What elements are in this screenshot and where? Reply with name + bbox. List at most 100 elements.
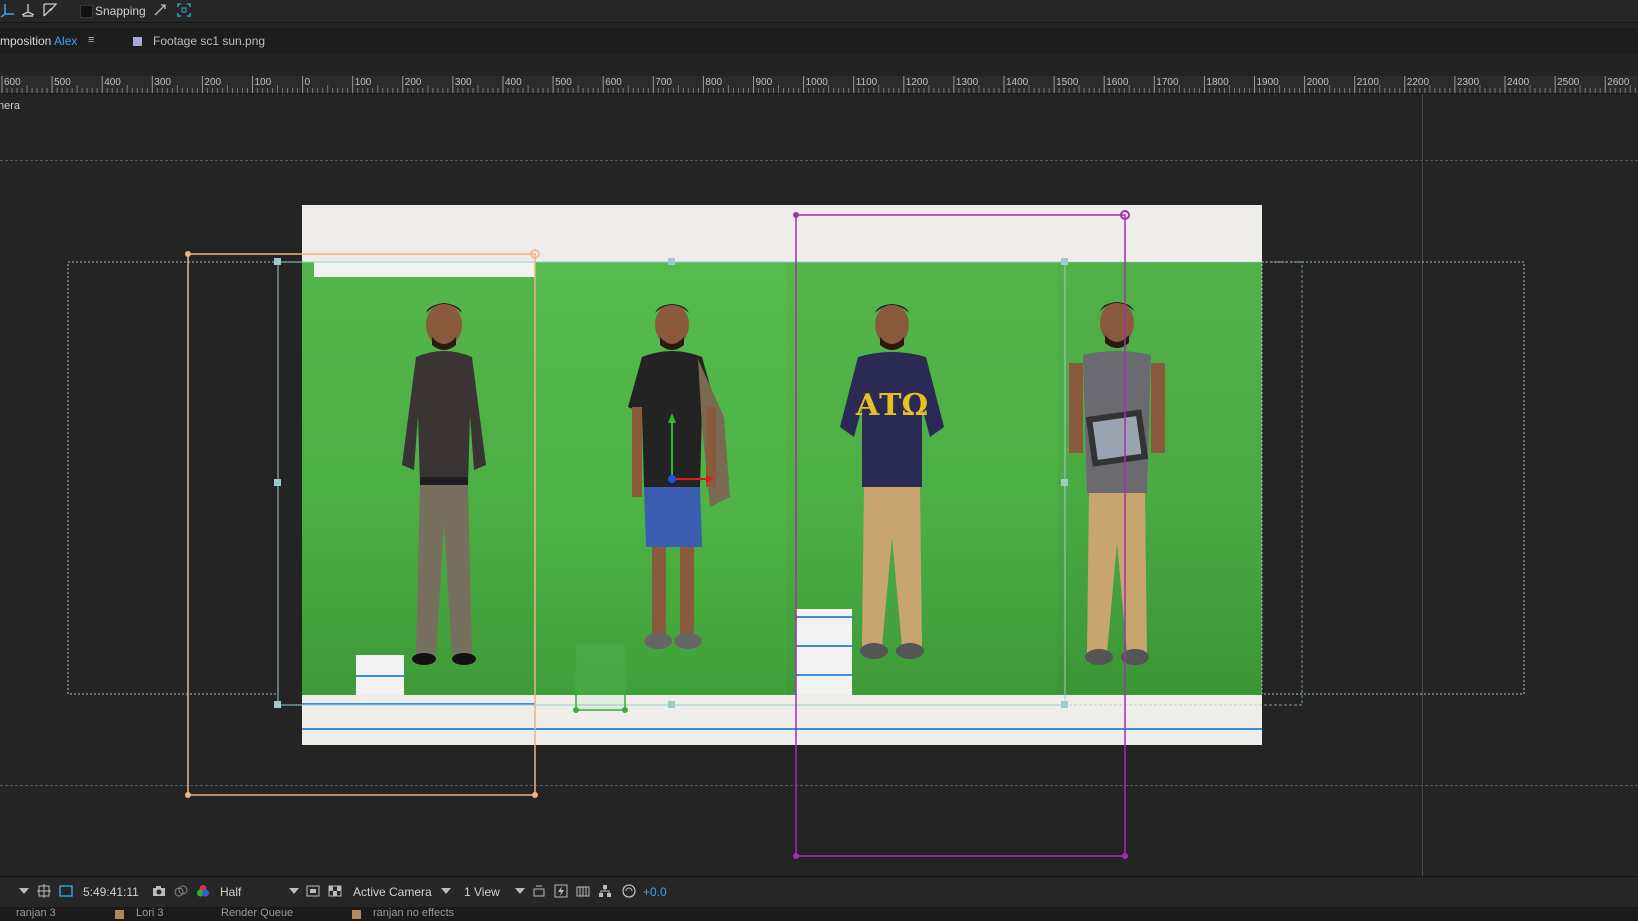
tab-composition[interactable]: mposition Alex ≡ bbox=[0, 28, 94, 54]
fast-previews-icon[interactable] bbox=[306, 884, 320, 898]
ruler-label: 2500 bbox=[1557, 77, 1580, 88]
green-corner-handle[interactable] bbox=[622, 707, 628, 713]
transform-handle[interactable] bbox=[1061, 701, 1068, 708]
ruler-label: 2200 bbox=[1406, 77, 1430, 88]
ruler-label: 600 bbox=[605, 77, 622, 88]
panel-menu-icon[interactable]: ≡ bbox=[88, 34, 94, 46]
ruler-label: 1700 bbox=[1156, 77, 1179, 88]
purple-corner-handle[interactable] bbox=[793, 212, 799, 218]
tab-footage-label: Footage sc1 sun.png bbox=[153, 34, 266, 48]
layer-bounds-extra[interactable] bbox=[1064, 261, 1303, 706]
view-layout-dropdown-icon[interactable] bbox=[515, 888, 525, 894]
transform-handle[interactable] bbox=[668, 258, 675, 265]
composition-tab-strip: mposition Alex ≡ Footage sc1 sun.png bbox=[0, 28, 1638, 54]
transform-handle[interactable] bbox=[668, 701, 675, 708]
ruler-label: 300 bbox=[154, 77, 171, 88]
bottom-tab[interactable]: ranjan 3 bbox=[16, 907, 56, 919]
magnification-dropdown-icon[interactable] bbox=[19, 888, 29, 894]
snapping-label: Snapping bbox=[95, 4, 146, 18]
layer-overlay bbox=[67, 210, 1525, 859]
ruler-label: 2000 bbox=[1306, 77, 1329, 88]
tab-footage[interactable]: Footage sc1 sun.png bbox=[122, 28, 292, 54]
region-of-interest-icon[interactable] bbox=[37, 884, 51, 898]
toggle-pixel-aspect-icon[interactable] bbox=[532, 884, 546, 898]
green-layer-bounds[interactable] bbox=[575, 643, 626, 711]
camera-snapshot-icon[interactable] bbox=[152, 884, 166, 898]
transform-handle[interactable] bbox=[274, 479, 281, 486]
bottom-tab[interactable]: Render Queue bbox=[221, 907, 293, 919]
ruler-label: 1300 bbox=[955, 77, 979, 88]
checkerboard-icon[interactable] bbox=[328, 884, 342, 898]
ruler-label: 600 bbox=[4, 77, 21, 88]
resolution-dropdown-label[interactable]: Half bbox=[220, 885, 241, 899]
ruler-label: 2100 bbox=[1356, 77, 1379, 88]
purple-layer-bounds[interactable] bbox=[795, 214, 1126, 857]
layer-bounds-left[interactable] bbox=[67, 261, 279, 695]
ruler-label: 0 bbox=[304, 77, 311, 88]
transform-handle[interactable] bbox=[1061, 258, 1068, 265]
snap-feather-icon[interactable] bbox=[152, 2, 168, 18]
ruler-label: 1600 bbox=[1106, 77, 1129, 88]
reset-exposure-icon[interactable] bbox=[622, 884, 636, 898]
camera-view-dropdown-label[interactable]: Active Camera bbox=[353, 885, 432, 899]
axis-tool-icon[interactable] bbox=[0, 2, 16, 18]
selected-layer-bounds[interactable] bbox=[277, 261, 1066, 706]
orange-corner-handle[interactable] bbox=[185, 792, 191, 798]
ruler-label: 400 bbox=[104, 77, 121, 88]
ruler-label: 300 bbox=[454, 77, 472, 88]
purple-corner-handle[interactable] bbox=[1122, 853, 1128, 859]
ruler-label: 1400 bbox=[1006, 77, 1029, 88]
ruler-label: 2400 bbox=[1507, 77, 1530, 88]
bottom-tab[interactable]: Lori 3 bbox=[136, 907, 164, 919]
ruler-label: 100 bbox=[354, 77, 372, 88]
ruler-label: 2600 bbox=[1607, 77, 1630, 88]
viewer-bottom-toolbar: 5:49:41:11 Half Active Camera 1 View +0.… bbox=[0, 876, 1638, 907]
world-axis-icon[interactable] bbox=[20, 2, 36, 18]
snapping-checkbox[interactable] bbox=[80, 5, 93, 18]
ruler-label: 2300 bbox=[1456, 77, 1480, 88]
view-axis-icon[interactable] bbox=[42, 2, 58, 18]
ruler-label: 1100 bbox=[855, 77, 878, 88]
transform-handle[interactable] bbox=[274, 258, 281, 265]
camera-view-dropdown-icon[interactable] bbox=[441, 888, 451, 894]
ruler-label: 700 bbox=[655, 77, 672, 88]
purple-corner-handle[interactable] bbox=[793, 853, 799, 859]
snap-expand-icon[interactable] bbox=[176, 2, 192, 18]
ruler-label: 100 bbox=[254, 77, 272, 88]
composition-name: Alex bbox=[54, 34, 78, 48]
exposure-value[interactable]: +0.0 bbox=[643, 885, 667, 899]
horizontal-ruler[interactable]: 600 500 400 300 200 100 0 100 200 300 400 500 600 700… bbox=[0, 76, 1638, 94]
tab-composition-label: mposition Alex bbox=[0, 34, 78, 48]
orange-corner-handle[interactable] bbox=[532, 792, 538, 798]
flowchart-icon[interactable] bbox=[598, 884, 612, 898]
orange-corner-handle[interactable] bbox=[185, 251, 191, 257]
resolution-dropdown-icon[interactable] bbox=[289, 888, 299, 894]
ruler-label: 1900 bbox=[1256, 77, 1279, 88]
fast-preview-lightning-icon[interactable] bbox=[554, 884, 568, 898]
tab-color-swatch bbox=[115, 910, 124, 919]
ruler-label: 1200 bbox=[905, 77, 929, 88]
green-corner-handle[interactable] bbox=[573, 707, 579, 713]
ruler-label: 200 bbox=[204, 77, 222, 88]
color-channels-icon[interactable] bbox=[196, 884, 210, 898]
ruler-label: 1500 bbox=[1056, 77, 1079, 88]
show-snapshot-icon[interactable] bbox=[174, 884, 188, 898]
current-time-display[interactable]: 5:49:41:11 bbox=[83, 885, 139, 899]
ruler-label: 900 bbox=[755, 77, 773, 88]
ruler-label: 200 bbox=[404, 77, 422, 88]
orange-layer-bounds[interactable] bbox=[187, 253, 536, 796]
transform-handle[interactable] bbox=[1061, 479, 1068, 486]
layer-bounds-right[interactable] bbox=[1261, 261, 1525, 695]
ruler-label: 1000 bbox=[805, 77, 828, 88]
timeline-icon[interactable] bbox=[576, 884, 590, 898]
ruler-label: 400 bbox=[505, 77, 522, 88]
transparency-grid-icon[interactable] bbox=[59, 884, 73, 898]
tab-color-swatch bbox=[352, 910, 361, 919]
transform-handle[interactable] bbox=[274, 701, 281, 708]
view-layout-dropdown-label[interactable]: 1 View bbox=[464, 885, 500, 899]
bottom-panel-tabs: ranjan 3 Lori 3 Render Queue ranjan no e… bbox=[0, 907, 1638, 921]
bottom-tab[interactable]: ranjan no effects bbox=[373, 907, 454, 919]
footage-color-swatch bbox=[133, 37, 142, 46]
ruler-label: 800 bbox=[705, 77, 723, 88]
ruler-label: 500 bbox=[555, 77, 572, 88]
